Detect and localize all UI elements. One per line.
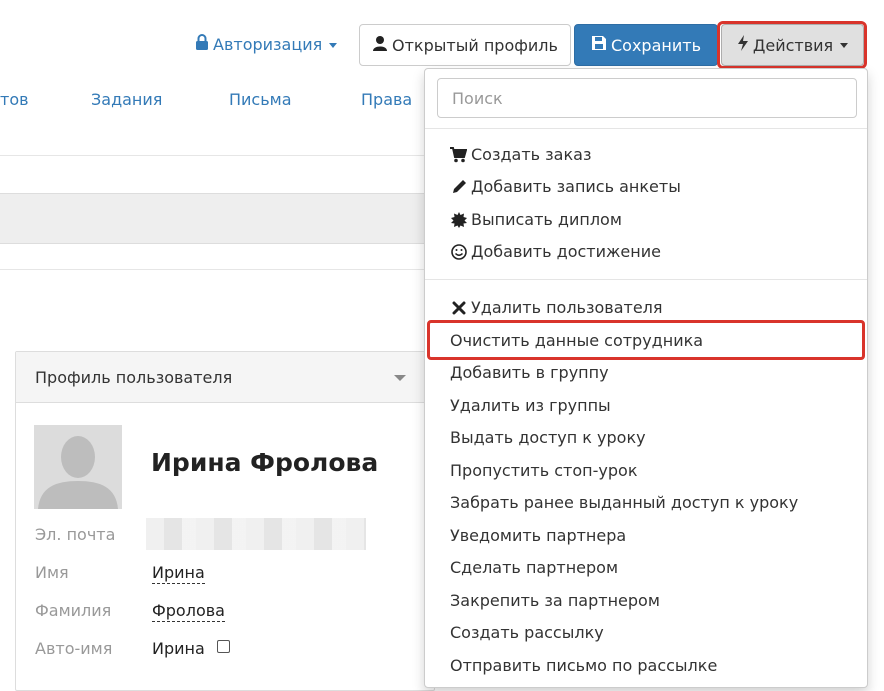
menu-item-label: Добавить в группу	[450, 363, 609, 382]
open-profile-label: Открытый профиль	[392, 35, 558, 55]
search-input[interactable]	[437, 78, 857, 118]
menu-item-label: Создать заказ	[471, 145, 592, 164]
smile-icon	[450, 244, 467, 261]
divider	[0, 155, 430, 156]
first-name-value[interactable]: Ирина	[152, 563, 205, 584]
menu-item-grant-lesson-access[interactable]: Выдать доступ к уроку	[450, 428, 646, 448]
tab-partial[interactable]: тов	[0, 89, 29, 111]
actions-label: Действия	[752, 35, 834, 55]
menu-item-label: Добавить достижение	[471, 242, 661, 261]
save-button[interactable]: Сохранить	[574, 24, 718, 66]
menu-item-send-mailing-letter[interactable]: Отправить письмо по рассылке	[450, 656, 717, 676]
menu-item-label: Выписать диплом	[471, 210, 622, 229]
menu-item-label: Уведомить партнера	[450, 526, 627, 545]
pencil-icon	[450, 179, 467, 196]
close-icon	[450, 300, 467, 317]
auto-name-label: Авто-имя	[35, 639, 113, 658]
menu-item-label: Выдать доступ к уроку	[450, 428, 646, 447]
menu-item-add-achievement[interactable]: Добавить достижение	[450, 242, 661, 262]
open-profile-button[interactable]: Открытый профиль	[359, 24, 571, 66]
menu-item-create-mailing[interactable]: Создать рассылку	[450, 623, 604, 643]
menu-item-label: Сделать партнером	[450, 558, 619, 577]
divider	[425, 279, 867, 280]
menu-item-issue-diploma[interactable]: Выписать диплом	[450, 210, 622, 230]
menu-item-label: Удалить пользователя	[471, 298, 663, 317]
flash-icon	[737, 35, 749, 55]
chevron-down-icon	[329, 42, 338, 48]
menu-item-label: Пропустить стоп-урок	[450, 461, 638, 480]
last-name-value[interactable]: Фролова	[152, 601, 225, 622]
menu-item-add-to-group[interactable]: Добавить в группу	[450, 363, 609, 383]
authorization-dropdown[interactable]: Авторизация	[195, 33, 338, 57]
menu-item-assign-to-partner[interactable]: Закрепить за партнером	[450, 591, 660, 611]
menu-item-label: Отправить письмо по рассылке	[450, 656, 718, 675]
user-full-name: Ирина Фролова	[151, 448, 379, 477]
menu-item-label: Удалить из группы	[450, 396, 611, 415]
caret-down-icon[interactable]	[394, 375, 406, 381]
menu-item-label: Добавить запись анкеты	[471, 177, 681, 196]
tab-rights[interactable]: Права	[361, 89, 412, 111]
menu-item-label: Создать рассылку	[450, 623, 604, 642]
menu-item-label: Забрать ранее выданный доступ к уроку	[450, 493, 799, 512]
floppy-disk-icon	[591, 35, 607, 55]
panel-title: Профиль пользователя	[35, 367, 233, 387]
menu-item-create-order[interactable]: Создать заказ	[450, 145, 591, 165]
toolbar-band	[0, 193, 430, 244]
menu-item-label: Закрепить за партнером	[450, 591, 660, 610]
menu-item-make-partner[interactable]: Сделать партнером	[450, 558, 618, 578]
cart-icon	[450, 147, 467, 164]
menu-item-delete-user[interactable]: Удалить пользователя	[450, 298, 663, 318]
actions-dropdown-menu: Создать заказ Добавить запись анкеты Вып…	[424, 68, 868, 688]
certificate-icon	[450, 212, 467, 229]
lock-icon	[195, 33, 209, 57]
user-icon	[372, 35, 388, 55]
first-name-label: Имя	[35, 563, 69, 582]
save-label: Сохранить	[611, 35, 701, 55]
divider	[425, 128, 867, 129]
auto-name-value: Ирина	[152, 639, 205, 658]
actions-dropdown-button[interactable]: Действия	[721, 24, 864, 66]
avatar	[34, 425, 122, 509]
menu-item-label: Очистить данные сотрудника	[450, 331, 704, 350]
tab-letters[interactable]: Письма	[229, 89, 292, 111]
menu-item-skip-stop-lesson[interactable]: Пропустить стоп-урок	[450, 461, 637, 481]
email-label: Эл. почта	[35, 525, 116, 544]
authorization-label: Авторизация	[213, 35, 323, 54]
menu-item-remove-from-group[interactable]: Удалить из группы	[450, 396, 611, 416]
email-value-blurred	[146, 518, 366, 550]
menu-item-add-survey-record[interactable]: Добавить запись анкеты	[450, 177, 681, 197]
auto-name-checkbox[interactable]	[217, 640, 230, 653]
menu-item-clear-employee-data[interactable]: Очистить данные сотрудника	[450, 331, 703, 351]
chevron-down-icon	[840, 42, 849, 48]
panel-heading[interactable]: Профиль пользователя	[16, 352, 434, 403]
last-name-label: Фамилия	[35, 601, 112, 620]
divider	[0, 269, 430, 270]
tab-tasks[interactable]: Задания	[91, 89, 162, 111]
menu-item-revoke-lesson-access[interactable]: Забрать ранее выданный доступ к уроку	[450, 493, 798, 513]
menu-item-notify-partner[interactable]: Уведомить партнера	[450, 526, 626, 546]
